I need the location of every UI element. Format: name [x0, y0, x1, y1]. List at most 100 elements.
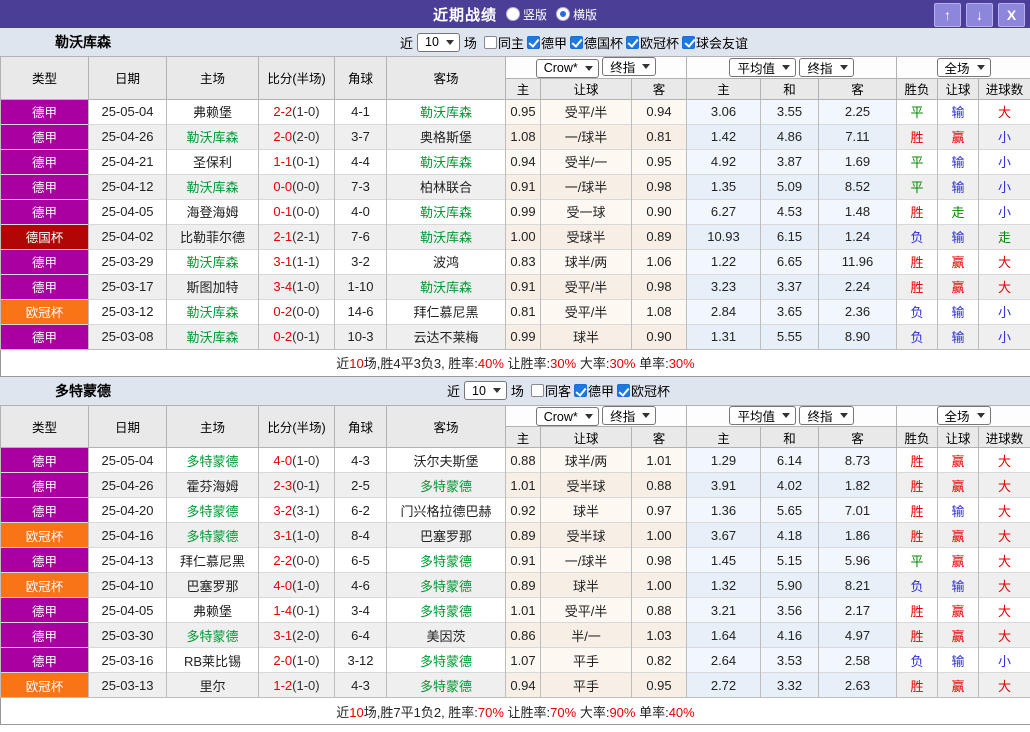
close-button[interactable]: X — [998, 3, 1025, 27]
team-name: 勒沃库森 — [55, 34, 111, 50]
checkbox-icon[interactable] — [530, 384, 544, 397]
result-wdl: 胜 — [896, 597, 938, 623]
move-up-button[interactable]: ↑ — [934, 3, 961, 27]
summary-text: 近 — [336, 356, 350, 371]
col-score: 比分(半场) — [258, 404, 335, 448]
checkbox-label: 德甲 — [587, 384, 614, 399]
fulltime-select[interactable]: 全场 — [936, 57, 991, 77]
avg-away-odds: 4.97 — [818, 622, 897, 648]
filter-checkbox[interactable]: 同主 — [483, 33, 524, 52]
match-date: 25-03-16 — [88, 647, 167, 673]
crow-odds-stage-select[interactable]: 终指 — [602, 57, 657, 76]
checkbox-icon[interactable] — [625, 35, 639, 49]
checkbox-icon[interactable] — [682, 35, 695, 49]
match-date: 25-05-04 — [88, 98, 167, 124]
match-count-select[interactable]: 10 — [417, 32, 460, 52]
match-date: 25-03-29 — [88, 248, 167, 274]
home-team: 勒沃库森 — [166, 323, 259, 349]
filter-checkbox[interactable]: 德甲 — [573, 381, 614, 400]
home-team: 勒沃库森 — [166, 173, 259, 199]
avg-away-odds: 2.36 — [818, 298, 897, 324]
checkbox-icon[interactable] — [526, 35, 540, 49]
match-count-select[interactable]: 10 — [464, 381, 507, 400]
match-date: 25-04-13 — [88, 547, 167, 573]
col-corner: 角球 — [334, 404, 387, 448]
filter-checkbox[interactable]: 球会友谊 — [682, 33, 748, 52]
home-team: 多特蒙德 — [166, 447, 259, 473]
half-score: (1-0) — [292, 104, 320, 119]
half-score: (3-1) — [292, 502, 320, 518]
table-row: 德甲 25-04-20 多特蒙德 3-2(3-1) 6-2 门兴格拉德巴赫 0.92 球半 0.… — [0, 497, 1030, 523]
subcol-goals-result: 进球数 — [977, 77, 1030, 100]
score-cell: 2-1(2-1) — [258, 223, 335, 249]
subcol-avg-home: 主 — [686, 426, 761, 448]
crow-handicap: 一/球半 — [540, 547, 632, 573]
result-group: 全场 — [895, 404, 1030, 427]
filter-checkbox[interactable]: 欧冠杯 — [625, 33, 679, 52]
competition-badge: 欧冠杯 — [0, 522, 89, 548]
half-score: (0-0) — [292, 179, 320, 194]
full-score: 0-2 — [273, 304, 293, 319]
filter-checkbox[interactable]: 德甲 — [526, 33, 567, 52]
average-stage-select[interactable]: 终指 — [799, 406, 854, 426]
bookmaker-select[interactable]: Crow* — [535, 58, 599, 78]
score-cell: 3-1(1-1) — [258, 248, 335, 274]
move-down-button[interactable]: ↓ — [966, 3, 993, 27]
competition-badge: 德甲 — [0, 273, 89, 299]
avg-away-odds: 11.96 — [818, 248, 897, 274]
competition-badge: 德甲 — [0, 447, 89, 473]
filter-checkbox[interactable]: 德国杯 — [569, 33, 623, 52]
col-home: 主场 — [166, 56, 259, 100]
avg-away-odds: 8.52 — [818, 173, 897, 199]
team-section: 多特蒙德 近 10 场 同客 德甲 欧冠杯 类型 日期 主场 比分(半场) 角球… — [0, 376, 1030, 725]
fulltime-select[interactable]: 全场 — [936, 406, 991, 426]
checkbox-icon[interactable] — [483, 35, 497, 49]
avg-away-odds: 2.17 — [818, 597, 897, 623]
subcol-avg-draw: 和 — [760, 426, 819, 448]
table-row: 德甲 25-03-17 斯图加特 3-4(1-0) 1-10 勒沃库森 0.91 受平/半 0.… — [0, 273, 1030, 299]
corner-count: 14-6 — [334, 298, 387, 324]
radio-icon-vertical[interactable] — [506, 8, 519, 20]
score-cell: 4-0(1-0) — [258, 447, 335, 473]
avg-home-odds: 3.23 — [686, 273, 761, 299]
full-score: 3-1 — [273, 527, 293, 543]
subcol-crow-home: 主 — [505, 426, 541, 448]
average-select[interactable]: 平均值 — [729, 406, 796, 426]
result-goals: 大 — [977, 248, 1030, 274]
competition-badge: 欧冠杯 — [0, 672, 89, 698]
result-handicap: 赢 — [937, 248, 979, 274]
table-row: 德甲 25-04-13 拜仁慕尼黑 2-2(0-0) 6-5 多特蒙德 0.91 一/球半 0.… — [0, 547, 1030, 573]
half-score: (0-1) — [292, 154, 320, 169]
avg-draw-odds: 3.32 — [760, 672, 819, 698]
checkbox-icon[interactable] — [569, 35, 583, 49]
table-row: 德甲 25-04-12 勒沃库森 0-0(0-0) 7-3 柏林联合 0.91 一/球半 0.9… — [0, 173, 1030, 199]
bookmaker-select[interactable]: Crow* — [535, 407, 599, 426]
result-goals: 大 — [977, 547, 1030, 573]
full-score: 3-2 — [273, 502, 293, 518]
avg-away-odds: 1.86 — [818, 522, 897, 548]
result-handicap: 输 — [937, 173, 979, 199]
radio-icon-horizontal[interactable] — [557, 8, 569, 20]
checkbox-icon[interactable] — [616, 384, 630, 397]
layout-radio-horizontal[interactable]: 横版 — [557, 6, 597, 23]
crow-handicap: 受平/半 — [540, 273, 632, 299]
layout-radio-vertical[interactable]: 竖版 — [506, 6, 547, 23]
col-competition: 类型 — [0, 56, 89, 100]
average-stage-select[interactable]: 终指 — [799, 57, 854, 77]
match-date: 25-03-30 — [88, 622, 167, 648]
half-score: (0-1) — [292, 329, 320, 344]
crow-home-odds: 1.08 — [505, 123, 541, 149]
score-cell: 2-3(0-1) — [258, 472, 335, 498]
result-handicap: 赢 — [937, 672, 979, 698]
corner-count: 7-3 — [334, 173, 387, 199]
corner-count: 7-6 — [334, 223, 387, 249]
filter-checkbox[interactable]: 欧冠杯 — [616, 381, 670, 400]
filter-checkboxes: 同客 德甲 欧冠杯 — [528, 381, 670, 400]
competition-badge: 德甲 — [0, 497, 89, 523]
checkbox-icon[interactable] — [573, 384, 587, 397]
home-team: 弗赖堡 — [166, 98, 259, 124]
filter-checkbox[interactable]: 同客 — [530, 381, 571, 400]
half-score: (1-0) — [292, 452, 320, 468]
crow-odds-stage-select[interactable]: 终指 — [602, 405, 657, 425]
average-select[interactable]: 平均值 — [729, 57, 796, 77]
